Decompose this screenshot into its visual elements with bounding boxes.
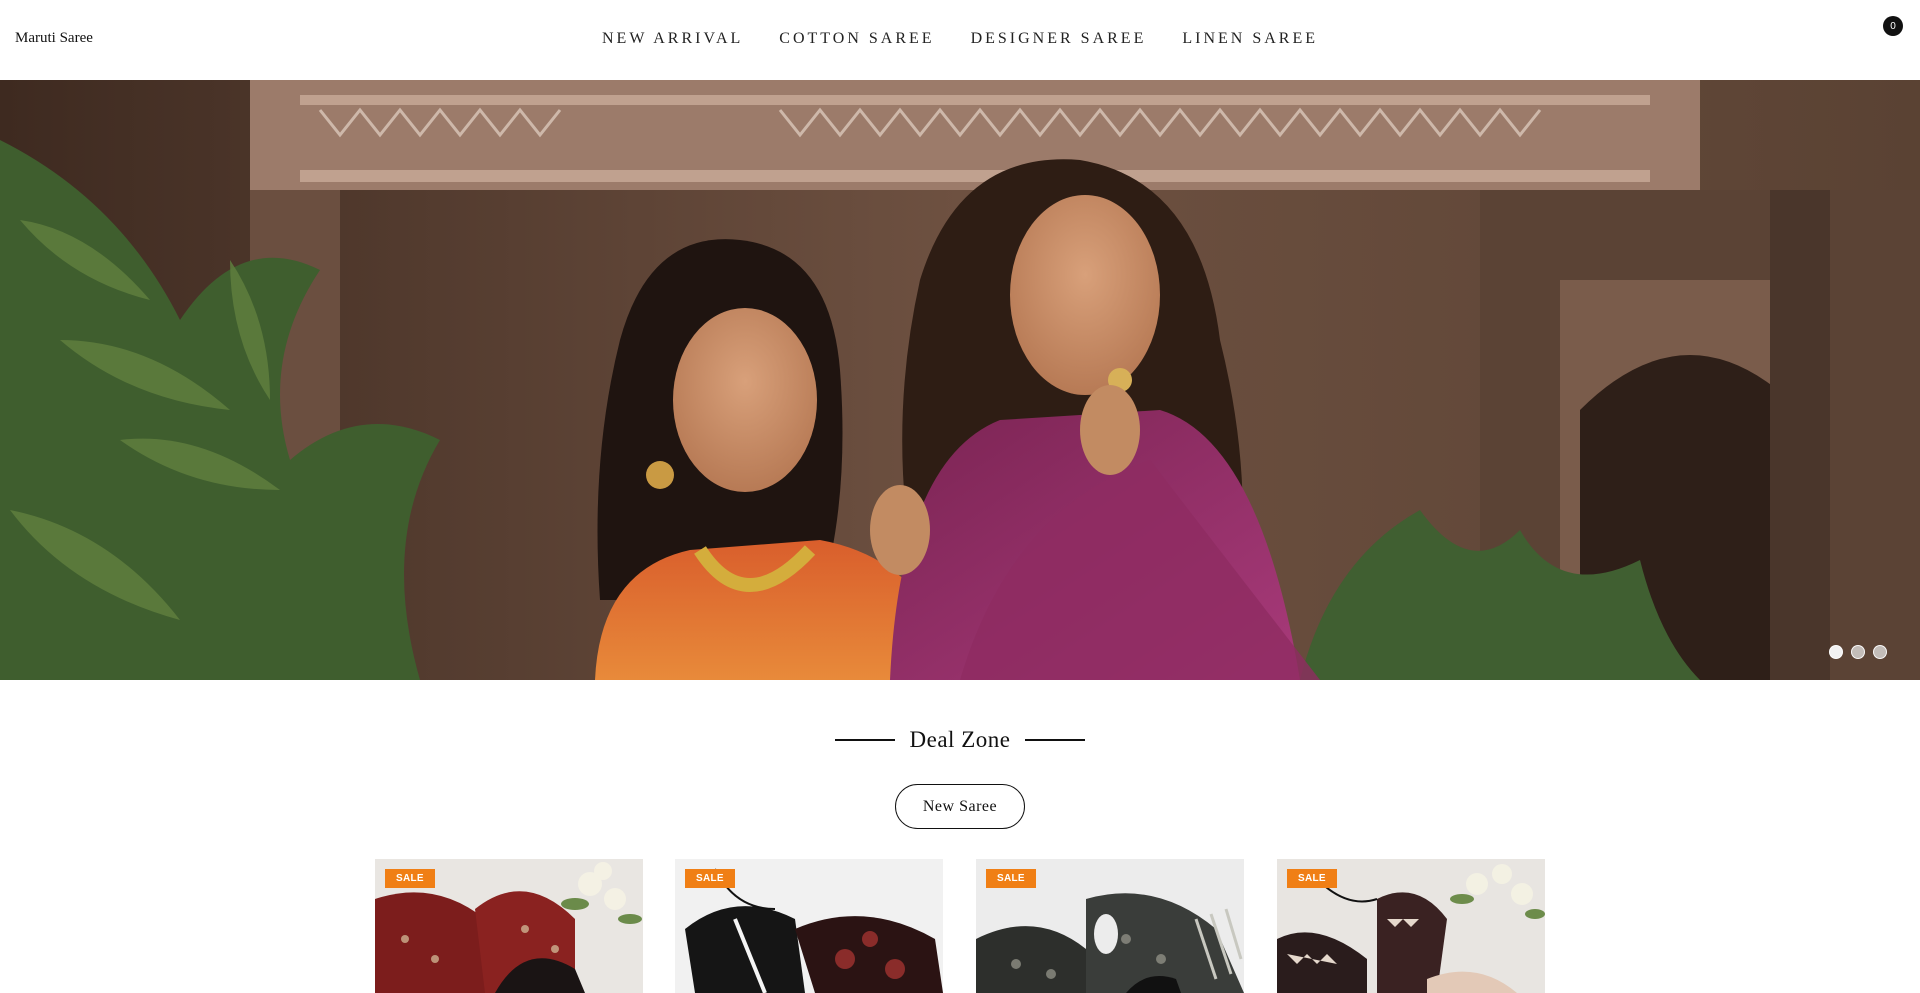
sale-badge: SALE xyxy=(385,869,435,888)
product-card[interactable]: SALE xyxy=(1277,859,1545,993)
deal-zone-heading: Deal Zone xyxy=(0,727,1920,753)
new-saree-tab[interactable]: New Saree xyxy=(895,784,1025,829)
main-nav: NEW ARRIVAL COTTON SAREE DESIGNER SAREE … xyxy=(0,30,1920,48)
carousel-dot-2[interactable] xyxy=(1851,645,1865,659)
cart-count: 0 xyxy=(1890,20,1896,32)
carousel-dots xyxy=(1829,645,1887,659)
hero-image xyxy=(0,80,1920,680)
nav-new-arrival[interactable]: NEW ARRIVAL xyxy=(602,30,743,48)
sale-badge: SALE xyxy=(986,869,1036,888)
heading-line-left xyxy=(834,739,895,741)
carousel-dot-1[interactable] xyxy=(1829,645,1843,659)
heading-line-right xyxy=(1025,739,1086,741)
section-title: Deal Zone xyxy=(909,727,1011,752)
sale-badge: SALE xyxy=(1287,869,1337,888)
carousel-dot-3[interactable] xyxy=(1873,645,1887,659)
nav-cotton-saree[interactable]: COTTON SAREE xyxy=(779,30,934,48)
cart-icon[interactable]: 0 xyxy=(1883,16,1903,36)
product-card[interactable]: SALE xyxy=(375,859,643,993)
sale-badge: SALE xyxy=(685,869,735,888)
site-header: Maruti Saree NEW ARRIVAL COTTON SAREE DE… xyxy=(0,0,1920,80)
hero-banner xyxy=(0,80,1920,680)
product-grid: SALE SALE SALE SALE xyxy=(375,859,1545,993)
nav-designer-saree[interactable]: DESIGNER SAREE xyxy=(971,30,1147,48)
nav-linen-saree[interactable]: LINEN SAREE xyxy=(1182,30,1318,48)
product-card[interactable]: SALE xyxy=(976,859,1244,993)
product-card[interactable]: SALE xyxy=(675,859,943,993)
